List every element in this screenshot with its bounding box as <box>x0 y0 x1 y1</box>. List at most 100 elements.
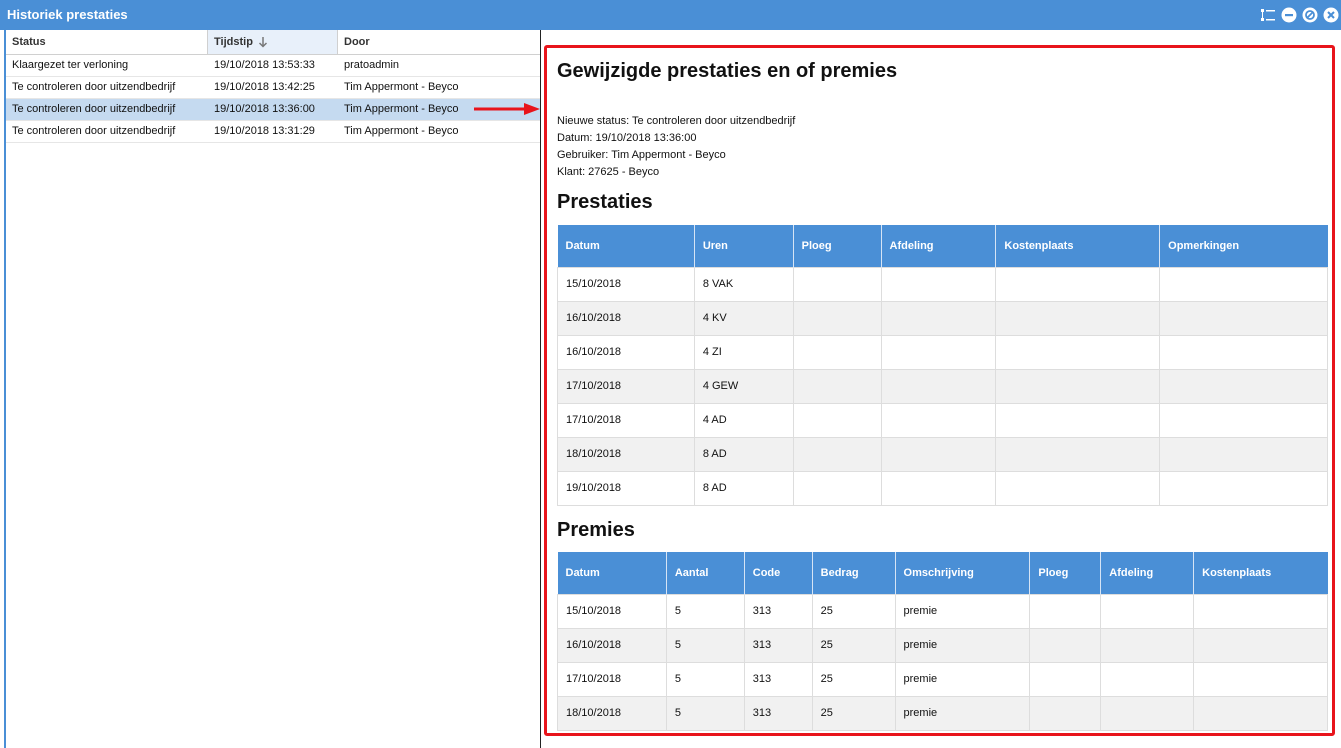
cell-code: 313 <box>743 627 813 663</box>
cell-afdeling <box>880 436 997 472</box>
cell-afdeling <box>880 266 997 302</box>
history-grid: Status Tijdstip Door Klaargezet ter verl… <box>4 30 541 748</box>
cell-kostenplaats <box>1193 593 1328 629</box>
cell-uren: 4 ZI <box>693 334 794 370</box>
cell-datum: 17/10/2018 <box>557 661 667 697</box>
cell-datum: 18/10/2018 <box>557 436 695 472</box>
cell-afdeling <box>1100 627 1195 663</box>
cell-kostenplaats <box>995 368 1161 404</box>
cell-bedrag: 25 <box>811 627 896 663</box>
cell-ploeg <box>1029 661 1102 697</box>
column-header-datum: Datum <box>557 552 667 594</box>
meta-datum: Datum: 19/10/2018 13:36:00 <box>557 132 697 144</box>
cell-code: 313 <box>743 661 813 697</box>
history-cell-tijdstip: 19/10/2018 13:53:33 <box>214 59 315 71</box>
cell-uren: 4 GEW <box>693 368 794 404</box>
restore-icon[interactable] <box>1302 7 1318 23</box>
cell-ploeg <box>792 470 882 506</box>
cell-omschrijving: premie <box>894 661 1031 697</box>
cell-uren: 8 VAK <box>693 266 794 302</box>
cell-ploeg <box>792 334 882 370</box>
cell-code: 313 <box>743 593 813 629</box>
column-header-bedrag: Bedrag <box>812 552 896 594</box>
cell-ploeg <box>792 266 882 302</box>
cell-uren: 8 AD <box>693 436 794 472</box>
tree-view-icon[interactable] <box>1260 7 1276 23</box>
cell-omschrijving: premie <box>894 593 1031 629</box>
pane-splitter[interactable] <box>540 30 541 748</box>
prestaties-header-row: Datum Uren Ploeg Afdeling Kostenplaats O… <box>557 225 1328 267</box>
cell-opmerkingen <box>1159 402 1328 438</box>
table-row: 17/10/2018 5 313 25 premie <box>557 661 1328 697</box>
cell-kostenplaats <box>995 334 1161 370</box>
table-row: 16/10/2018 5 313 25 premie <box>557 627 1328 663</box>
cell-afdeling <box>1100 661 1195 697</box>
table-row: 17/10/2018 4 AD <box>557 402 1328 438</box>
minimize-icon[interactable] <box>1281 7 1297 23</box>
cell-opmerkingen <box>1159 470 1328 506</box>
history-row[interactable]: Te controleren door uitzendbedrijf 19/10… <box>6 77 541 99</box>
table-row: 18/10/2018 8 AD <box>557 436 1328 472</box>
column-header-datum: Datum <box>557 225 695 267</box>
cell-omschrijving: premie <box>894 627 1031 663</box>
meta-status: Nieuwe status: Te controleren door uitze… <box>557 115 796 127</box>
history-row[interactable]: Klaargezet ter verloning 19/10/2018 13:5… <box>6 55 541 77</box>
premies-table: Datum Aantal Code Bedrag Omschrijving Pl… <box>557 552 1328 731</box>
cell-ploeg <box>1029 627 1102 663</box>
history-row-selected[interactable]: Te controleren door uitzendbedrijf 19/10… <box>6 99 541 121</box>
history-cell-door: pratoadmin <box>344 59 400 71</box>
column-header-tijdstip[interactable]: Tijdstip <box>208 30 338 54</box>
detail-title: Gewijzigde prestaties en of premies <box>557 60 898 82</box>
column-header-ploeg: Ploeg <box>793 225 882 267</box>
history-cell-tijdstip: 19/10/2018 13:42:25 <box>214 81 315 93</box>
premies-heading: Premies <box>557 519 635 541</box>
cell-opmerkingen <box>1159 436 1328 472</box>
cell-afdeling <box>880 368 997 404</box>
cell-opmerkingen <box>1159 334 1328 370</box>
column-header-status[interactable]: Status <box>6 30 208 54</box>
cell-uren: 4 AD <box>693 402 794 438</box>
cell-ploeg <box>1029 695 1102 731</box>
cell-datum: 16/10/2018 <box>557 627 667 663</box>
history-cell-tijdstip: 19/10/2018 13:36:00 <box>214 103 315 115</box>
history-cell-door: Tim Appermont - Beyco <box>344 81 459 93</box>
detail-panel: Gewijzigde prestaties en of premies Nieu… <box>544 45 1335 736</box>
close-icon[interactable] <box>1323 7 1339 23</box>
column-header-door[interactable]: Door <box>338 30 541 54</box>
cell-datum: 17/10/2018 <box>557 368 695 404</box>
column-header-afdeling: Afdeling <box>881 225 997 267</box>
cell-aantal: 5 <box>665 627 745 663</box>
history-cell-status: Te controleren door uitzendbedrijf <box>12 81 176 93</box>
cell-bedrag: 25 <box>811 695 896 731</box>
history-row[interactable]: Te controleren door uitzendbedrijf 19/10… <box>6 121 541 143</box>
cell-kostenplaats <box>1193 627 1328 663</box>
red-arrow-icon <box>474 103 540 115</box>
cell-ploeg <box>792 368 882 404</box>
cell-datum: 17/10/2018 <box>557 402 695 438</box>
history-cell-status: Te controleren door uitzendbedrijf <box>12 103 176 115</box>
cell-kostenplaats <box>995 266 1161 302</box>
cell-datum: 18/10/2018 <box>557 695 667 731</box>
cell-ploeg <box>792 436 882 472</box>
cell-afdeling <box>880 470 997 506</box>
cell-kostenplaats <box>995 470 1161 506</box>
sort-descending-arrow-icon <box>258 37 268 48</box>
cell-kostenplaats <box>995 436 1161 472</box>
window-controls <box>1260 7 1339 23</box>
cell-opmerkingen <box>1159 368 1328 404</box>
history-cell-door: Tim Appermont - Beyco <box>344 103 459 115</box>
cell-bedrag: 25 <box>811 593 896 629</box>
meta-gebruiker: Gebruiker: Tim Appermont - Beyco <box>557 149 726 161</box>
window-title: Historiek prestaties <box>7 7 128 22</box>
cell-bedrag: 25 <box>811 661 896 697</box>
cell-kostenplaats <box>995 300 1161 336</box>
column-header-uren: Uren <box>694 225 794 267</box>
history-cell-status: Klaargezet ter verloning <box>12 59 129 71</box>
cell-ploeg <box>792 402 882 438</box>
cell-opmerkingen <box>1159 266 1328 302</box>
cell-opmerkingen <box>1159 300 1328 336</box>
table-row: 17/10/2018 4 GEW <box>557 368 1328 404</box>
table-row: 18/10/2018 5 313 25 premie <box>557 695 1328 731</box>
history-grid-header: Status Tijdstip Door <box>6 30 541 55</box>
cell-afdeling <box>1100 593 1195 629</box>
